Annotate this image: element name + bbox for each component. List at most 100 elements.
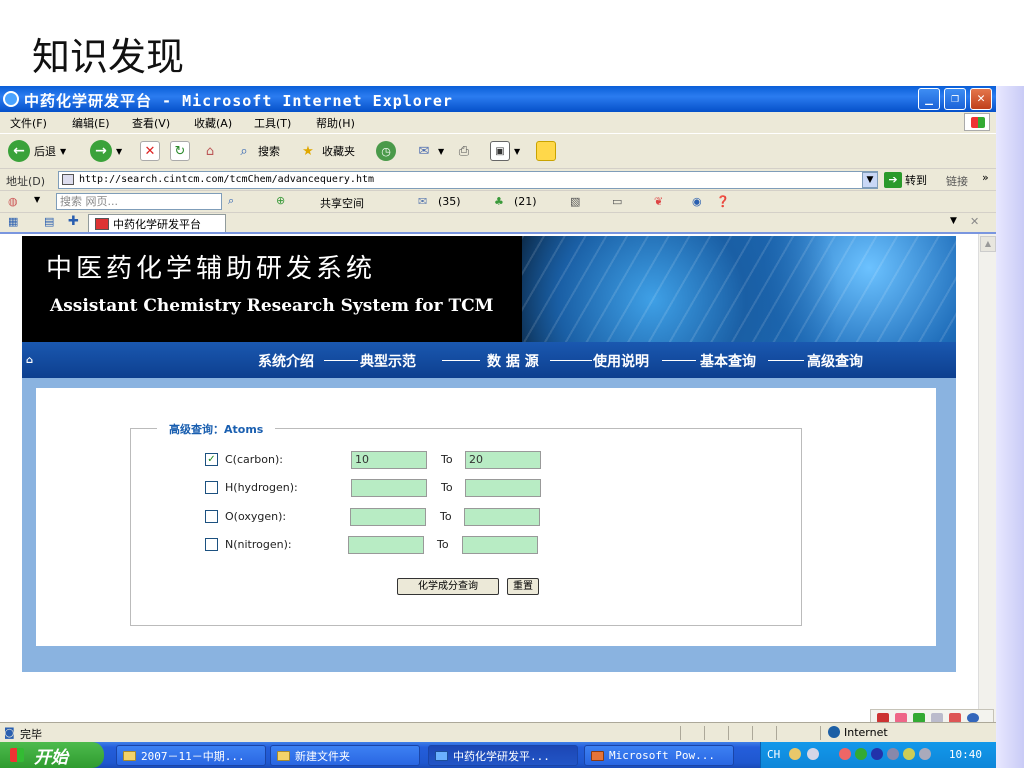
nav-demo[interactable]: 典型示范 xyxy=(360,351,416,371)
menubar: 文件(F) 编辑(E) 查看(V) 收藏(A) 工具(T) 帮助(H) xyxy=(0,112,996,132)
history-button[interactable]: ◷ xyxy=(376,139,396,163)
vertical-scrollbar[interactable]: ▲ xyxy=(978,234,996,724)
contacts-icon[interactable]: ♣ xyxy=(494,195,504,208)
status-divider xyxy=(728,726,729,740)
taskbar-item-new-folder[interactable]: 新建文件夹 xyxy=(270,745,420,766)
language-indicator[interactable]: CH xyxy=(767,748,780,761)
toolbar-logo-dropdown-icon[interactable]: ▼ xyxy=(34,195,40,204)
window-titlebar[interactable]: 中药化学研发平台 - Microsoft Internet Explorer _… xyxy=(0,86,996,112)
refresh-button[interactable]: ↻ xyxy=(170,139,190,163)
help-icon[interactable]: ❓ xyxy=(716,195,730,208)
tray-app-icon[interactable] xyxy=(789,748,801,760)
tray-app-icon[interactable] xyxy=(887,748,899,760)
address-dropdown-button[interactable]: ▼ xyxy=(862,172,878,188)
web-search-icon[interactable]: ⌕ xyxy=(228,194,234,208)
carbon-max-input[interactable]: 20 xyxy=(465,451,541,469)
tray-app-icon[interactable] xyxy=(871,748,883,760)
toolbar-logo-icon[interactable]: ◍ xyxy=(8,195,18,208)
tray-app-icon[interactable] xyxy=(919,748,931,760)
tray-app-icon[interactable] xyxy=(807,748,819,760)
links-chevron-icon[interactable]: » xyxy=(982,171,989,184)
mail-button[interactable]: ✉ ▼ xyxy=(414,139,445,163)
carbon-row: ✓ C(carbon): 10 To 20 xyxy=(205,451,705,469)
hydrogen-row: H(hydrogen): To xyxy=(205,479,705,497)
home-button[interactable]: ⌂ xyxy=(200,139,220,163)
new-tab-icon[interactable]: ✚ xyxy=(68,214,79,229)
oxygen-min-input[interactable] xyxy=(350,508,426,526)
nitrogen-checkbox[interactable] xyxy=(205,538,218,551)
fieldset-legend: 高级查询：Atoms xyxy=(157,421,276,437)
taskbar-item-powerpoint[interactable]: Microsoft Pow... xyxy=(584,745,734,766)
back-button[interactable]: ← 后退 ▼ xyxy=(8,139,66,163)
tab-menu-icon[interactable]: ▼ xyxy=(950,216,957,226)
oxygen-max-input[interactable] xyxy=(464,508,540,526)
site-home-icon[interactable]: ⌂ xyxy=(26,355,33,366)
back-dropdown-icon[interactable]: ▼ xyxy=(60,147,66,156)
edit-button[interactable]: ▣ ▼ xyxy=(490,139,520,163)
standard-toolbar: ← 后退 ▼ → ▼ ✕ ↻ ⌂ ⌕ 搜索 ★ 收藏夹 ◷ ✉ ▼ ⎙ ▣ ▼ xyxy=(0,133,996,167)
mail-count[interactable]: (35) xyxy=(438,195,461,208)
hydrogen-min-input[interactable] xyxy=(351,479,427,497)
taskbar-item-folder-2007[interactable]: 2007－11－中期... xyxy=(116,745,266,766)
close-button[interactable]: ✕ xyxy=(970,88,992,110)
folder-icon xyxy=(123,750,136,761)
tray-app-icon[interactable] xyxy=(855,748,867,760)
scroll-up-icon[interactable]: ▲ xyxy=(980,236,996,252)
add-icon[interactable]: ⊕ xyxy=(276,194,285,207)
go-button[interactable]: ➔ 转到 xyxy=(884,172,927,188)
nav-advanced-query[interactable]: 高级查询 xyxy=(807,351,863,371)
maximize-button[interactable]: ❐ xyxy=(944,88,966,110)
minimize-button[interactable]: _ xyxy=(918,88,940,110)
contacts-count[interactable]: (21) xyxy=(514,195,537,208)
tray-app-icon[interactable] xyxy=(839,748,851,760)
oxygen-checkbox[interactable] xyxy=(205,510,218,523)
menu-help[interactable]: 帮助(H) xyxy=(316,115,355,131)
search-button[interactable]: ⌕ 搜索 xyxy=(234,139,280,163)
tab-list-icon[interactable]: ▦ xyxy=(8,215,18,228)
rss-icon[interactable]: ▧ xyxy=(570,195,580,208)
bird-icon[interactable]: ❦ xyxy=(654,195,663,208)
nav-instructions[interactable]: 使用说明 xyxy=(593,351,649,371)
chemical-query-button[interactable]: 化学成分查询 xyxy=(397,578,499,595)
nav-divider xyxy=(442,360,480,361)
reset-button[interactable]: 重置 xyxy=(507,578,539,595)
hydrogen-checkbox[interactable] xyxy=(205,481,218,494)
address-bar: 地址(D) http://search.cintcm.com/tcmChem/a… xyxy=(0,168,996,190)
carbon-min-input[interactable]: 10 xyxy=(351,451,427,469)
nav-basic-query[interactable]: 基本查询 xyxy=(700,351,756,371)
menu-file[interactable]: 文件(F) xyxy=(10,115,47,131)
tab-grid-icon[interactable]: ▤ xyxy=(44,215,54,228)
share-space-link[interactable]: 共享空间 xyxy=(320,195,364,211)
edit-dropdown-icon[interactable]: ▼ xyxy=(514,147,520,156)
forward-dropdown-icon[interactable]: ▼ xyxy=(116,147,122,156)
menu-view[interactable]: 查看(V) xyxy=(132,115,170,131)
hydrogen-max-input[interactable] xyxy=(465,479,541,497)
messenger-button[interactable] xyxy=(536,139,556,163)
window-icon[interactable]: ▭ xyxy=(612,195,622,208)
nav-data-source[interactable]: 数 据 源 xyxy=(487,351,539,371)
nitrogen-min-input[interactable] xyxy=(348,536,424,554)
mail-small-icon[interactable]: ✉ xyxy=(418,195,427,208)
nitrogen-max-input[interactable] xyxy=(462,536,538,554)
messenger-icon[interactable]: ◉ xyxy=(692,195,702,208)
menu-tools[interactable]: 工具(T) xyxy=(254,115,291,131)
web-search-input[interactable]: 搜索 网页... xyxy=(56,193,222,210)
menu-favorites[interactable]: 收藏(A) xyxy=(194,115,232,131)
stop-button[interactable]: ✕ xyxy=(140,139,160,163)
favorites-button[interactable]: ★ 收藏夹 xyxy=(298,139,355,163)
forward-button[interactable]: → ▼ xyxy=(90,139,122,163)
address-input[interactable]: http://search.cintcm.com/tcmChem/advance… xyxy=(58,171,878,189)
print-button[interactable]: ⎙ xyxy=(454,139,474,163)
taskbar-item-ie[interactable]: 中药化学研发平... xyxy=(428,745,578,766)
tray-app-icon[interactable] xyxy=(903,748,915,760)
nav-system-intro[interactable]: 系统介绍 xyxy=(258,351,314,371)
tab-tcm-platform[interactable]: 中药化学研发平台 xyxy=(88,214,226,233)
links-button[interactable]: 链接 xyxy=(946,173,968,189)
menu-edit[interactable]: 编辑(E) xyxy=(72,115,110,131)
carbon-checkbox[interactable]: ✓ xyxy=(205,453,218,466)
start-button[interactable]: 开始 xyxy=(0,742,104,768)
note-icon xyxy=(536,141,556,161)
taskbar-clock[interactable]: 10:40 xyxy=(949,748,982,761)
mail-dropdown-icon[interactable]: ▼ xyxy=(438,147,444,156)
tab-close-icon[interactable]: ✕ xyxy=(970,215,979,228)
